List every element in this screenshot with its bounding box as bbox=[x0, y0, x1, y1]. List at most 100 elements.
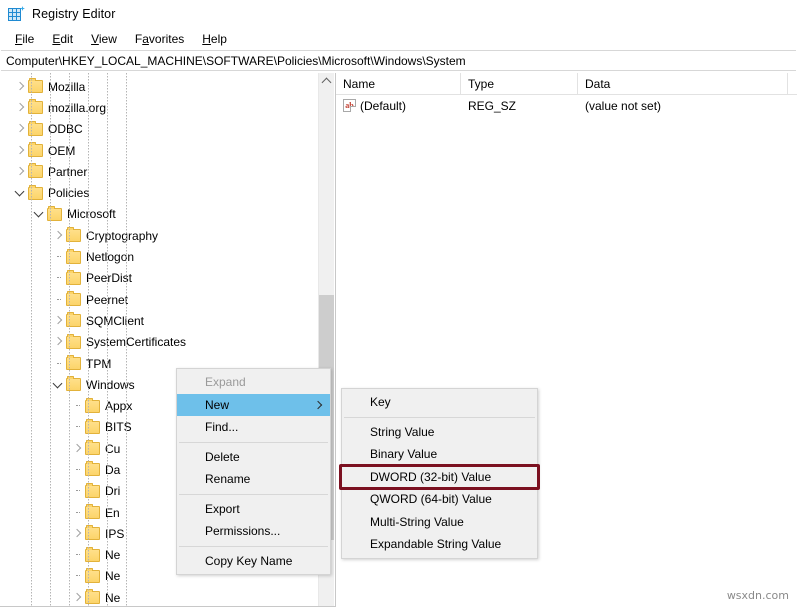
chevron-right-icon[interactable] bbox=[50, 313, 66, 329]
submenu-item-multi-string-value[interactable]: Multi-String Value bbox=[342, 511, 537, 534]
chevron-right-icon[interactable] bbox=[12, 121, 28, 137]
menu-file[interactable]: File bbox=[6, 30, 43, 48]
column-header-name[interactable]: Name bbox=[336, 73, 461, 94]
tree-item[interactable]: Microsoft bbox=[0, 204, 318, 225]
value-row[interactable]: ab (Default) REG_SZ (value not set) bbox=[336, 95, 797, 116]
tree-item[interactable]: OEM bbox=[0, 140, 318, 161]
context-menu-item-label: Export bbox=[205, 501, 240, 516]
tree-item-label: Microsoft bbox=[67, 207, 116, 222]
submenu-item-label: Expandable String Value bbox=[370, 537, 502, 552]
submenu-item-label: String Value bbox=[370, 424, 435, 439]
chevron-right-icon[interactable] bbox=[69, 590, 85, 606]
context-menu-item-find[interactable]: Find... bbox=[177, 416, 330, 439]
submenu-item-label: Key bbox=[370, 395, 391, 410]
submenu-item-label: Multi-String Value bbox=[370, 514, 464, 529]
chevron-right-icon[interactable] bbox=[12, 164, 28, 180]
title-bar: Registry Editor bbox=[0, 0, 797, 28]
tree-item-label: BITS bbox=[105, 420, 132, 435]
context-menu-item-export[interactable]: Export bbox=[177, 498, 330, 521]
tree-item-label: ODBC bbox=[48, 122, 83, 137]
menu-view[interactable]: View bbox=[82, 30, 126, 48]
new-submenu[interactable]: Key String Value Binary Value DWORD (32-bit… bbox=[341, 388, 538, 559]
tree-item-label: SystemCertificates bbox=[86, 335, 187, 350]
tree-item-label: Appx bbox=[105, 399, 133, 414]
context-menu-item-rename[interactable]: Rename bbox=[177, 468, 330, 491]
values-column-header: Name Type Data bbox=[336, 73, 797, 95]
tree-item[interactable]: Partner bbox=[0, 161, 318, 182]
tree-leaf-marker bbox=[69, 547, 85, 563]
tree-item-label: Windows bbox=[86, 377, 135, 392]
context-menu-item-label: Permissions... bbox=[205, 524, 281, 539]
menu-help[interactable]: Help bbox=[193, 30, 236, 48]
chevron-right-icon[interactable] bbox=[12, 143, 28, 159]
tree-item[interactable]: Peernet bbox=[0, 289, 318, 310]
tree-item-label: Cryptography bbox=[86, 228, 159, 243]
tree-item[interactable]: SQMClient bbox=[0, 310, 318, 331]
watermark: wsxdn.com bbox=[726, 589, 789, 602]
chevron-down-icon[interactable] bbox=[50, 377, 66, 393]
column-header-data[interactable]: Data bbox=[578, 73, 788, 94]
chevron-right-icon[interactable] bbox=[50, 334, 66, 350]
context-menu-item-label: Delete bbox=[205, 449, 240, 464]
registry-editor-icon bbox=[8, 6, 25, 22]
context-menu-item-permissions[interactable]: Permissions... bbox=[177, 520, 330, 543]
tree-leaf-marker bbox=[50, 249, 66, 265]
submenu-item-qword-64-bit-value[interactable]: QWORD (64-bit) Value bbox=[342, 488, 537, 511]
tree-item[interactable]: PeerDist bbox=[0, 268, 318, 289]
tree-leaf-marker bbox=[69, 568, 85, 584]
tree-item-label: SQMClient bbox=[86, 313, 145, 328]
tree-item[interactable]: mozilla.org bbox=[0, 97, 318, 118]
registry-path: Computer\HKEY_LOCAL_MACHINE\SOFTWARE\Pol… bbox=[6, 53, 466, 68]
context-menu-item-label: Copy Key Name bbox=[205, 553, 293, 568]
menu-separator bbox=[179, 441, 328, 443]
submenu-item-binary-value[interactable]: Binary Value bbox=[342, 443, 537, 466]
chevron-right-icon[interactable] bbox=[12, 79, 28, 95]
tree-item[interactable]: SystemCertificates bbox=[0, 332, 318, 353]
context-menu-item-new[interactable]: New bbox=[177, 393, 330, 416]
tree-item-label: OEM bbox=[48, 143, 76, 158]
tree-item[interactable]: Cryptography bbox=[0, 225, 318, 246]
context-menu-item-expand: Expand bbox=[177, 371, 330, 394]
menu-separator bbox=[179, 545, 328, 547]
context-menu-item-label: New bbox=[205, 397, 230, 412]
chevron-down-icon[interactable] bbox=[12, 185, 28, 201]
value-data-cell: (value not set) bbox=[585, 98, 662, 113]
context-menu-item-copy-key-name[interactable]: Copy Key Name bbox=[177, 550, 330, 573]
tree-item[interactable]: ODBC bbox=[0, 119, 318, 140]
string-value-icon: ab bbox=[343, 99, 356, 112]
chevron-right-icon[interactable] bbox=[69, 526, 85, 542]
menu-edit[interactable]: Edit bbox=[43, 30, 82, 48]
context-menu-item-delete[interactable]: Delete bbox=[177, 446, 330, 469]
address-bar[interactable]: Computer\HKEY_LOCAL_MACHINE\SOFTWARE\Pol… bbox=[1, 50, 796, 71]
tree-leaf-marker bbox=[69, 483, 85, 499]
chevron-down-icon[interactable] bbox=[31, 206, 47, 222]
tree-leaf-marker bbox=[69, 505, 85, 521]
tree-leaf-marker bbox=[69, 462, 85, 478]
context-menu-item-label: Expand bbox=[205, 375, 246, 390]
scroll-up-arrow[interactable] bbox=[319, 73, 334, 90]
value-name-cell: ab (Default) bbox=[336, 99, 461, 113]
chevron-right-icon[interactable] bbox=[12, 100, 28, 116]
tree-item[interactable]: Mozilla bbox=[0, 76, 318, 97]
tree-item-label: Partner bbox=[48, 164, 88, 179]
value-type-cell: REG_SZ bbox=[468, 98, 517, 113]
values-list[interactable]: ab (Default) REG_SZ (value not set) bbox=[336, 95, 797, 116]
tree-item[interactable]: Ne bbox=[0, 587, 318, 606]
tree-item[interactable]: Netlogon bbox=[0, 246, 318, 267]
submenu-item-expandable-string-value[interactable]: Expandable String Value bbox=[342, 533, 537, 556]
column-header-type[interactable]: Type bbox=[461, 73, 578, 94]
menu-separator bbox=[344, 416, 535, 418]
submenu-item-key[interactable]: Key bbox=[342, 391, 537, 414]
menu-favorites[interactable]: Favorites bbox=[126, 30, 193, 48]
chevron-right-icon[interactable] bbox=[69, 441, 85, 457]
chevron-right-icon[interactable] bbox=[50, 228, 66, 244]
tree-indent-guide bbox=[88, 73, 89, 606]
submenu-item-string-value[interactable]: String Value bbox=[342, 421, 537, 444]
tree-item-label: Mozilla bbox=[48, 79, 86, 94]
menu-bar: File Edit View Favorites Help bbox=[0, 28, 797, 50]
submenu-item-dword-32-bit-value[interactable]: DWORD (32-bit) Value bbox=[342, 466, 537, 489]
tree-indent-guide bbox=[126, 73, 127, 606]
tree-item[interactable]: Policies bbox=[0, 182, 318, 203]
key-context-menu[interactable]: Expand New Find... Delete Rename Export Permis… bbox=[176, 368, 331, 575]
tree-leaf-marker bbox=[69, 419, 85, 435]
